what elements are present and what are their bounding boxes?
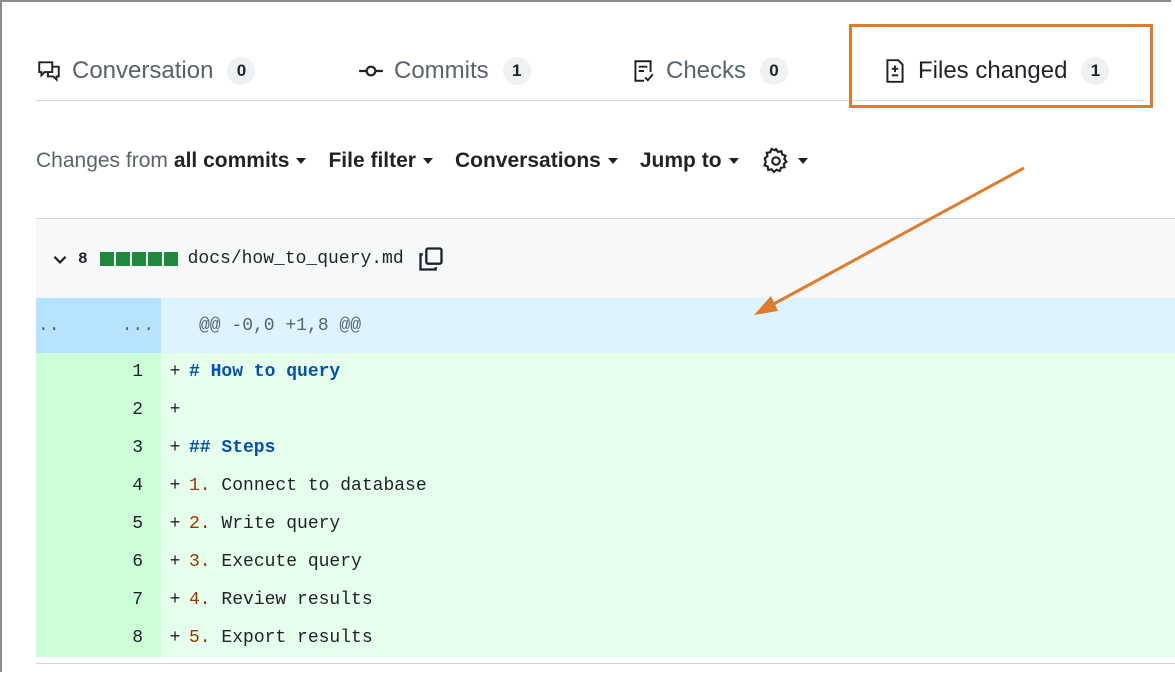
code-line: 3. Execute query (189, 552, 362, 572)
diff-settings-dropdown[interactable] (761, 146, 808, 176)
line-number[interactable]: 7 (36, 581, 161, 619)
changes-from-dropdown[interactable]: Changes from all commits (36, 149, 307, 173)
diff-line: 3 + ## Steps (36, 429, 1175, 467)
code-line: 4. Review results (189, 590, 373, 610)
tab-label: Checks (666, 57, 747, 84)
code-line: 1. Connect to database (189, 476, 427, 496)
diff-table: .. ... @@ -0,0 +1,8 @@ 1 + # How to query 2… (36, 298, 1175, 657)
addition-marker: + (169, 362, 181, 382)
tab-label: Conversation (72, 57, 214, 84)
copy-icon[interactable] (416, 244, 446, 274)
file-filter-label: File filter (328, 149, 416, 172)
hunk-header-row: .. ... @@ -0,0 +1,8 @@ (36, 298, 1175, 353)
line-number[interactable]: 3 (36, 429, 161, 467)
line-number[interactable]: 8 (36, 619, 161, 657)
code-text: Connect to database (210, 476, 427, 496)
addition-marker: + (169, 552, 181, 572)
diffstat-block (99, 251, 114, 266)
file-path-link[interactable]: docs/how_to_query.md (188, 249, 404, 269)
diff-bottom-border (36, 663, 1175, 664)
addition-marker: + (169, 628, 181, 648)
list-number: 2. (189, 514, 211, 534)
addition-marker: + (169, 438, 181, 458)
tab-checks[interactable]: Checks 0 (630, 42, 789, 100)
tabs-divider (36, 100, 1145, 101)
tab-label: Files changed (918, 57, 1068, 84)
addition-marker: + (169, 514, 181, 534)
line-number[interactable]: 1 (36, 353, 161, 391)
tab-files-changed[interactable]: Files changed 1 (882, 42, 1110, 100)
hunk-right-marker: ... (121, 315, 154, 336)
code-line: # How to query (189, 362, 340, 382)
diff-line: 4 +1. Connect to database (36, 467, 1175, 505)
changes-value: all commits (173, 149, 290, 172)
file-filter-dropdown[interactable]: File filter (328, 149, 433, 173)
file-change-count: 8 (78, 249, 88, 268)
caret-down-icon (607, 158, 618, 164)
tab-count-badge: 1 (502, 57, 531, 85)
diff-line: 5 +2. Write query (36, 505, 1175, 543)
diff-line: 2 + (36, 391, 1175, 429)
tab-count-badge: 1 (1081, 57, 1110, 85)
changes-prefix: Changes from (36, 149, 168, 172)
code-text: Export results (210, 628, 373, 648)
diff-lines: 1 + # How to query 2 +3 + ## Steps 4 +1. Connect… (36, 353, 1175, 657)
list-number: 5. (189, 628, 211, 648)
conversations-dropdown[interactable]: Conversations (455, 149, 618, 173)
code-text: Execute query (210, 552, 362, 572)
diff-toolbar: Changes from all commits File filter Con… (36, 142, 830, 180)
diffstat-blocks (99, 251, 178, 266)
caret-down-icon (422, 158, 433, 164)
diff-line: 6 +3. Execute query (36, 543, 1175, 581)
diff-line: 8 +5. Export results (36, 619, 1175, 657)
addition-marker: + (169, 400, 181, 420)
comment-discussion-icon (36, 58, 62, 84)
code-text: Review results (210, 590, 373, 610)
addition-marker: + (169, 590, 181, 610)
diffstat-block (115, 251, 130, 266)
hunk-header-text: @@ -0,0 +1,8 @@ (199, 315, 362, 336)
addition-marker: + (169, 476, 181, 496)
diff-line: 7 +4. Review results (36, 581, 1175, 619)
code-text: # How to query (189, 362, 341, 382)
chevron-down-icon[interactable] (48, 247, 72, 271)
gear-icon (761, 146, 791, 176)
tab-count-badge: 0 (760, 57, 789, 85)
code-line: 5. Export results (189, 628, 373, 648)
checklist-icon (630, 58, 656, 84)
diffstat-block (147, 251, 162, 266)
pr-tabs: Conversation 0 Commits 1 Checks 0 Files … (36, 42, 1175, 100)
diff-line: 1 + # How to query (36, 353, 1175, 391)
tab-conversation[interactable]: Conversation 0 (36, 42, 256, 100)
diffstat-block (131, 251, 146, 266)
hunk-left-marker: .. (38, 315, 60, 336)
code-line: ## Steps (189, 438, 275, 458)
jump-to-label: Jump to (639, 149, 722, 172)
code-line: 2. Write query (189, 514, 340, 534)
hunk-gutter[interactable]: .. ... (36, 298, 161, 353)
line-number[interactable]: 4 (36, 467, 161, 505)
jump-to-dropdown[interactable]: Jump to (640, 149, 739, 173)
list-number: 1. (189, 476, 211, 496)
conversations-label: Conversations (454, 149, 601, 172)
code-text: ## Steps (189, 438, 276, 458)
list-number: 3. (189, 552, 211, 572)
diffstat-block (163, 251, 178, 266)
list-number: 4. (189, 590, 211, 610)
caret-down-icon (728, 158, 739, 164)
file-diff-icon (882, 58, 908, 84)
tab-count-badge: 0 (227, 57, 256, 85)
git-commit-icon (358, 58, 384, 84)
caret-down-icon (797, 158, 808, 164)
line-number[interactable]: 5 (36, 505, 161, 543)
tab-label: Commits (394, 57, 489, 84)
file-header: 8 docs/how_to_query.md (36, 218, 1175, 298)
code-text: Write query (210, 514, 341, 534)
line-number[interactable]: 6 (36, 543, 161, 581)
line-number[interactable]: 2 (36, 391, 161, 429)
caret-down-icon (296, 158, 307, 164)
tab-commits[interactable]: Commits 1 (358, 42, 531, 100)
